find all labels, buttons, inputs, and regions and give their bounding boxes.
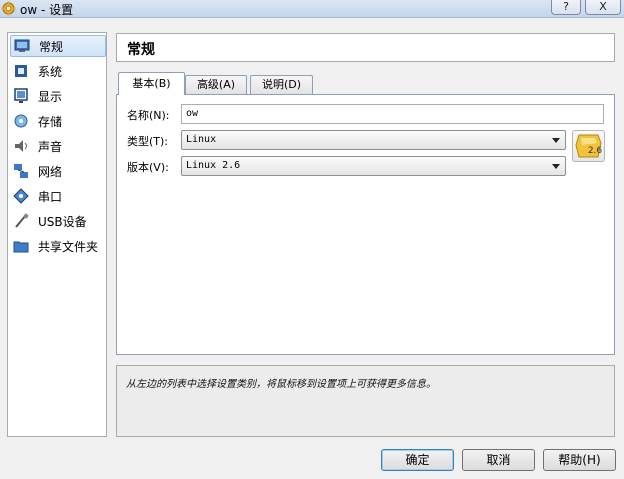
sidebar-item-label: 串口	[38, 189, 63, 204]
folder-icon	[13, 238, 29, 254]
name-value: ow	[186, 108, 199, 119]
sidebar-item-label: 显示	[38, 89, 63, 104]
sidebar-item-shared-folders[interactable]: 共享文件夹	[10, 235, 106, 257]
sidebar-item-serial-port[interactable]: 串口	[10, 185, 106, 207]
close-button[interactable]: X	[585, 0, 621, 15]
sidebar-item-label: 存储	[38, 114, 63, 129]
sidebar-item-storage[interactable]: 存储	[10, 110, 106, 132]
network-icon	[13, 163, 29, 179]
type-label: 类型(T):	[127, 135, 169, 148]
serial-port-icon	[13, 188, 29, 204]
chevron-down-icon	[552, 138, 560, 143]
name-label: 名称(N):	[127, 109, 170, 122]
sidebar-item-display[interactable]: 显示	[10, 85, 106, 107]
window-title: ow - 设置	[20, 3, 74, 17]
type-select[interactable]: Linux	[181, 130, 566, 150]
title-bar: ow - 设置 ? X	[0, 0, 624, 18]
monitor-icon	[14, 38, 30, 54]
gear-icon	[1, 1, 16, 16]
help-description-box: 从左边的列表中选择设置类别，将鼠标移到设置项上可获得更多信息。	[116, 365, 615, 437]
usb-icon	[13, 213, 29, 229]
ok-button[interactable]: 确定	[381, 449, 454, 471]
help-title-button[interactable]: ?	[551, 0, 581, 15]
help-description-text: 从左边的列表中选择设置类别，将鼠标移到设置项上可获得更多信息。	[126, 379, 436, 390]
display-icon	[13, 88, 29, 104]
speaker-icon	[13, 138, 29, 154]
sidebar-item-label: 网络	[38, 164, 63, 179]
sidebar-item-label: USB设备	[38, 214, 87, 229]
os-type-icon: 2.6	[572, 130, 605, 162]
disk-icon	[13, 113, 29, 129]
version-label: 版本(V):	[127, 161, 169, 174]
version-select[interactable]: Linux 2.6	[181, 156, 566, 176]
sidebar-item-network[interactable]: 网络	[10, 160, 106, 182]
sidebar-item-label: 常规	[39, 39, 64, 54]
type-value: Linux	[186, 134, 217, 145]
chevron-down-icon	[552, 164, 560, 169]
help-button[interactable]: 帮助(H)	[543, 449, 616, 471]
tab-description[interactable]: 说明(D)	[250, 75, 313, 94]
cancel-button[interactable]: 取消	[462, 449, 535, 471]
sidebar-item-label: 系统	[38, 64, 63, 79]
sidebar-item-audio[interactable]: 声音	[10, 135, 106, 157]
sidebar-item-system[interactable]: 系统	[10, 60, 106, 82]
tab-advanced[interactable]: 高级(A)	[185, 75, 247, 94]
tab-basic[interactable]: 基本(B)	[118, 72, 185, 95]
sidebar-item-general[interactable]: 常规	[10, 35, 106, 57]
page-title: 常规	[127, 42, 155, 58]
sidebar-item-label: 共享文件夹	[38, 239, 99, 254]
name-field[interactable]: ow	[181, 104, 604, 124]
sidebar-item-usb[interactable]: USB设备	[10, 210, 106, 232]
chip-icon	[13, 63, 29, 79]
settings-category-list[interactable]: 常规 系统 显示 存储 声音 网络 串口 USB设备 共享文件夹	[7, 32, 107, 437]
page-header: 常规	[116, 33, 615, 62]
version-value: Linux 2.6	[186, 160, 241, 171]
os-badge-text: 2.6	[588, 146, 603, 156]
sidebar-item-label: 声音	[38, 139, 63, 154]
